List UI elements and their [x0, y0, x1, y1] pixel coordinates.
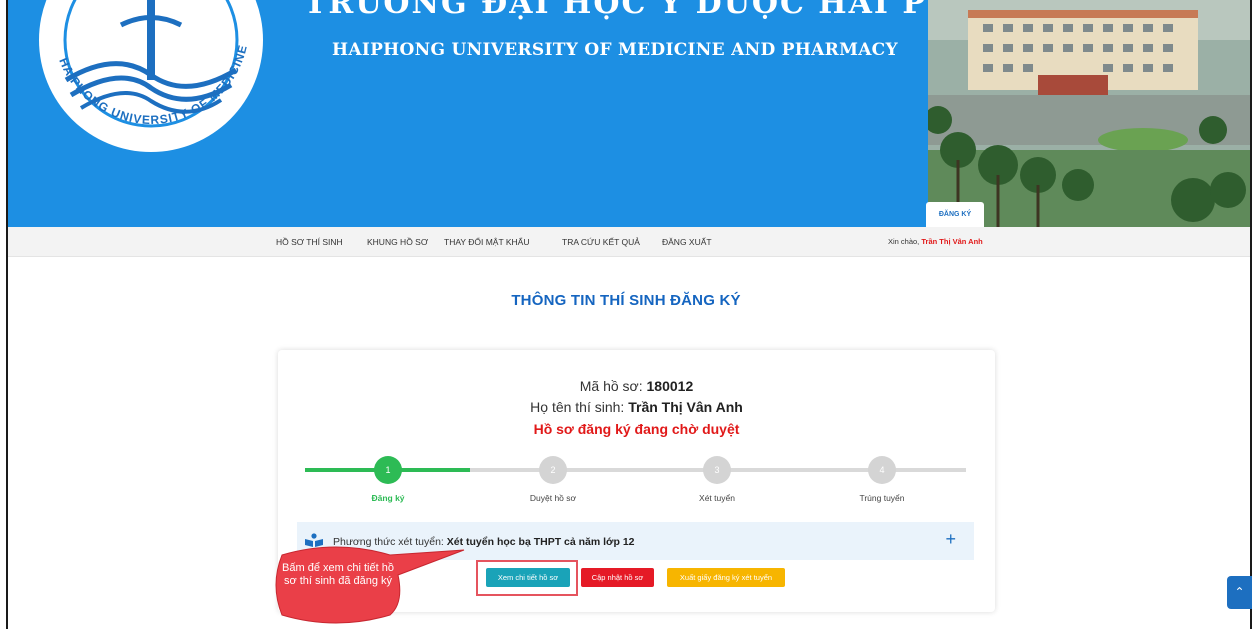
greeting-user-name[interactable]: Trần Thị Vân Anh: [921, 237, 982, 246]
scroll-to-top-button[interactable]: ⌃: [1227, 576, 1252, 609]
step-4-label: Trúng tuyển: [859, 493, 905, 503]
step-3-label: Xét tuyển: [699, 493, 735, 503]
step-2-label: Duyệt hồ sơ: [529, 493, 577, 503]
greeting-prefix: Xin chào,: [888, 237, 922, 246]
campus-building-image: [928, 0, 1250, 227]
nav-item-logout[interactable]: ĐĂNG XUẤT: [662, 227, 712, 257]
applicant-name-line: Họ tên thí sinh: Trần Thị Vân Anh: [278, 399, 995, 415]
update-profile-button[interactable]: Cập nhật hồ sơ: [581, 568, 654, 587]
profile-status: Hồ sơ đăng ký đang chờ duyệt: [533, 421, 740, 437]
plus-icon[interactable]: +: [945, 529, 956, 550]
step-4-dot: 4: [868, 456, 896, 484]
step-1-dot: 1: [374, 456, 402, 484]
profile-code-value: 180012: [646, 378, 694, 394]
chevron-up-icon: ⌃: [1234, 585, 1245, 599]
campus-photo: [928, 0, 1250, 227]
nav-item-lookup-results[interactable]: TRA CỨU KẾT QUẢ: [562, 227, 640, 257]
nav-item-profile-frame[interactable]: KHUNG HỒ SƠ: [367, 227, 428, 257]
logo-emblem-icon: HAIPHONG UNIVERSITY OF MEDICINE AND PHAR…: [21, 0, 263, 152]
step-1-label: Đăng ký: [371, 493, 405, 503]
nav-item-profile[interactable]: HỒ SƠ THÍ SINH: [276, 227, 343, 257]
main-navbar: HỒ SƠ THÍ SINH KHUNG HỒ SƠ THAY ĐỔI MẬT …: [8, 227, 1250, 257]
step-3-dot: 3: [703, 456, 731, 484]
step-2-dot: 2: [539, 456, 567, 484]
applicant-name-label: Họ tên thí sinh:: [530, 399, 629, 415]
instruction-callout: Bấm để xem chi tiết hồ sơ thí sinh đã đă…: [274, 545, 465, 625]
profile-code-line: Mã hồ sơ: 180012: [278, 378, 995, 394]
university-logo: HAIPHONG UNIVERSITY OF MEDICINE AND PHAR…: [21, 0, 276, 160]
university-title-en: HAIPHONG UNIVERSITY OF MEDICINE AND PHAR…: [332, 40, 898, 60]
callout-text: Bấm để xem chi tiết hồ sơ thí sinh đã đă…: [282, 562, 394, 587]
nav-item-change-password[interactable]: THAY ĐỔI MẬT KHẨU: [444, 227, 530, 257]
profile-code-label: Mã hồ sơ:: [579, 378, 647, 394]
export-registration-button[interactable]: Xuất giấy đăng ký xét tuyển: [667, 568, 785, 587]
header-banner: HAIPHONG UNIVERSITY OF MEDICINE AND PHAR…: [8, 0, 1250, 227]
user-greeting: Xin chào, Trần Thị Vân Anh: [888, 227, 983, 257]
view-profile-detail-button[interactable]: Xem chi tiết hồ sơ: [486, 568, 570, 587]
register-tab[interactable]: ĐĂNG KÝ: [926, 202, 984, 227]
applicant-name-value: Trần Thị Vân Anh: [628, 399, 743, 415]
page-title: THÔNG TIN THÍ SINH ĐĂNG KÝ: [511, 292, 741, 309]
